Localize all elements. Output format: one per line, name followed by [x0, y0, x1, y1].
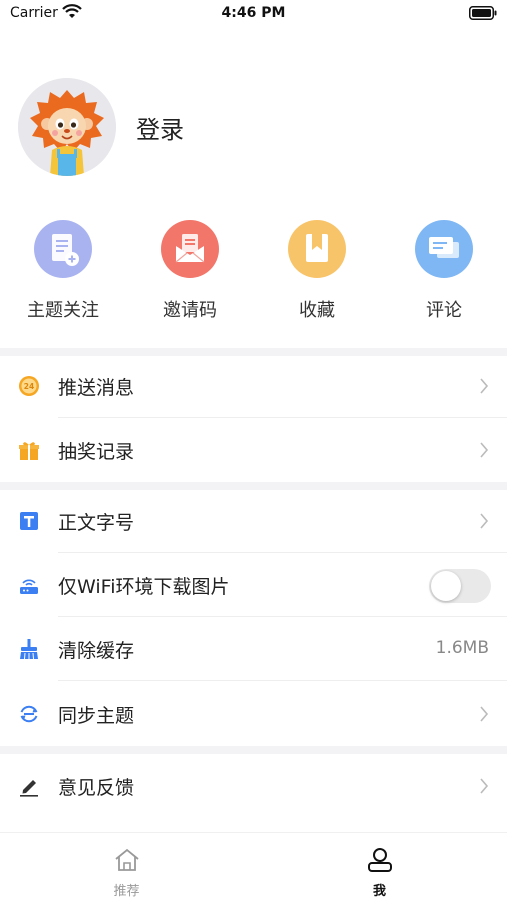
- menu-row-sync-topics[interactable]: 同步主题: [0, 682, 507, 746]
- shortcut-label: 主题关注: [27, 300, 99, 321]
- row-label: 清除缓存: [58, 640, 135, 662]
- chevron-right-icon: [480, 442, 489, 458]
- status-bar: Carrier 4:46 PM: [0, 0, 507, 28]
- chevron-right-icon: [480, 778, 489, 794]
- chevron-right-icon: [480, 513, 489, 529]
- tab-label: 推荐: [113, 884, 140, 899]
- menu-row-font-size[interactable]: 正文字号: [0, 489, 507, 553]
- shortcut-label: 评论: [426, 300, 462, 321]
- menu-row-push-messages[interactable]: 24 推送消息: [0, 354, 507, 418]
- user-icon: [368, 848, 392, 872]
- row-label: 意见反馈: [58, 777, 135, 799]
- row-label: 抽奖记录: [58, 441, 135, 463]
- wifi-only-toggle[interactable]: [429, 569, 491, 603]
- status-time: 4:46 PM: [221, 5, 286, 21]
- menu-row-lottery-records[interactable]: 抽奖记录: [0, 418, 507, 482]
- shortcut-favorites[interactable]: 收藏: [254, 220, 380, 330]
- menu-row-clear-cache[interactable]: 清除缓存 1.6MB: [0, 617, 507, 681]
- chat-bubbles-icon: [415, 220, 473, 278]
- menu-row-wifi-only: 仅WiFi环境下载图片: [0, 553, 507, 617]
- shortcut-comments[interactable]: 评论: [381, 220, 507, 330]
- svg-text:24: 24: [24, 382, 34, 391]
- shortcut-label: 收藏: [299, 300, 335, 321]
- chevron-right-icon: [480, 706, 489, 722]
- tab-me[interactable]: 我: [253, 833, 506, 900]
- section-separator: [0, 746, 507, 754]
- shortcut-label: 邀请码: [163, 300, 217, 321]
- row-label: 推送消息: [58, 377, 135, 399]
- toggle-knob: [431, 571, 461, 601]
- row-label: 仅WiFi环境下载图片: [58, 576, 230, 598]
- router-icon: [20, 579, 38, 594]
- tab-bar: 推荐 我: [0, 832, 507, 900]
- profile-header[interactable]: 登录: [18, 78, 488, 176]
- shortcut-grid: 主题关注 邀请码 收藏 评论: [0, 220, 507, 330]
- row-label: 正文字号: [58, 512, 135, 534]
- tab-label: 我: [372, 884, 386, 899]
- row-label: 同步主题: [58, 705, 135, 727]
- menu-row-feedback[interactable]: 意见反馈: [0, 754, 507, 818]
- shortcut-topic-follow[interactable]: 主题关注: [0, 220, 126, 330]
- login-label[interactable]: 登录: [136, 110, 184, 145]
- shortcut-invite-code[interactable]: 邀请码: [127, 220, 253, 330]
- sync-icon: [20, 705, 38, 723]
- avatar[interactable]: [18, 78, 116, 176]
- gift-icon: [19, 442, 39, 460]
- pencil-icon: [20, 780, 38, 797]
- broom-icon: [20, 639, 38, 660]
- bookmark-icon: [288, 220, 346, 278]
- chevron-right-icon: [480, 378, 489, 394]
- home-icon: [115, 848, 139, 871]
- battery-icon: [469, 6, 497, 20]
- text-size-icon: [20, 512, 38, 530]
- envelope-icon: [161, 220, 219, 278]
- 24h-icon: 24: [19, 376, 39, 396]
- lion-mascot-avatar-icon: [18, 78, 116, 176]
- cache-size-value: 1.6MB: [435, 638, 489, 658]
- document-add-icon: [34, 220, 92, 278]
- divider: [58, 680, 507, 681]
- tab-recommend[interactable]: 推荐: [0, 833, 253, 900]
